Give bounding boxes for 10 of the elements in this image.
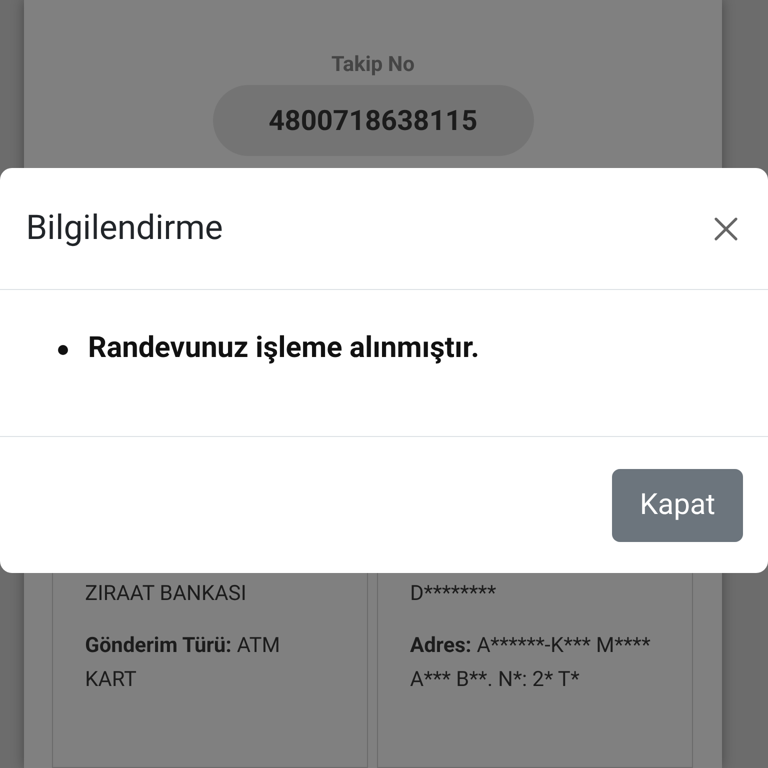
- bullet-icon: [58, 345, 68, 355]
- info-field: ZIRAAT BANKASI: [85, 577, 335, 611]
- info-field: D********: [410, 577, 660, 611]
- dialog-title: Bilgilendirme: [26, 207, 223, 250]
- message-text: Randevunuz işleme alınmıştır.: [60, 330, 768, 366]
- tracking-label: Takip No: [331, 52, 415, 79]
- tracking-number: 4800718638115: [212, 85, 534, 156]
- info-field: Adres: A******-K*** M**** A*** B**. N*: 2* T*: [410, 629, 660, 697]
- info-field: Gönderim Türü: ATM KART: [85, 629, 335, 697]
- close-button[interactable]: Kapat: [612, 469, 743, 542]
